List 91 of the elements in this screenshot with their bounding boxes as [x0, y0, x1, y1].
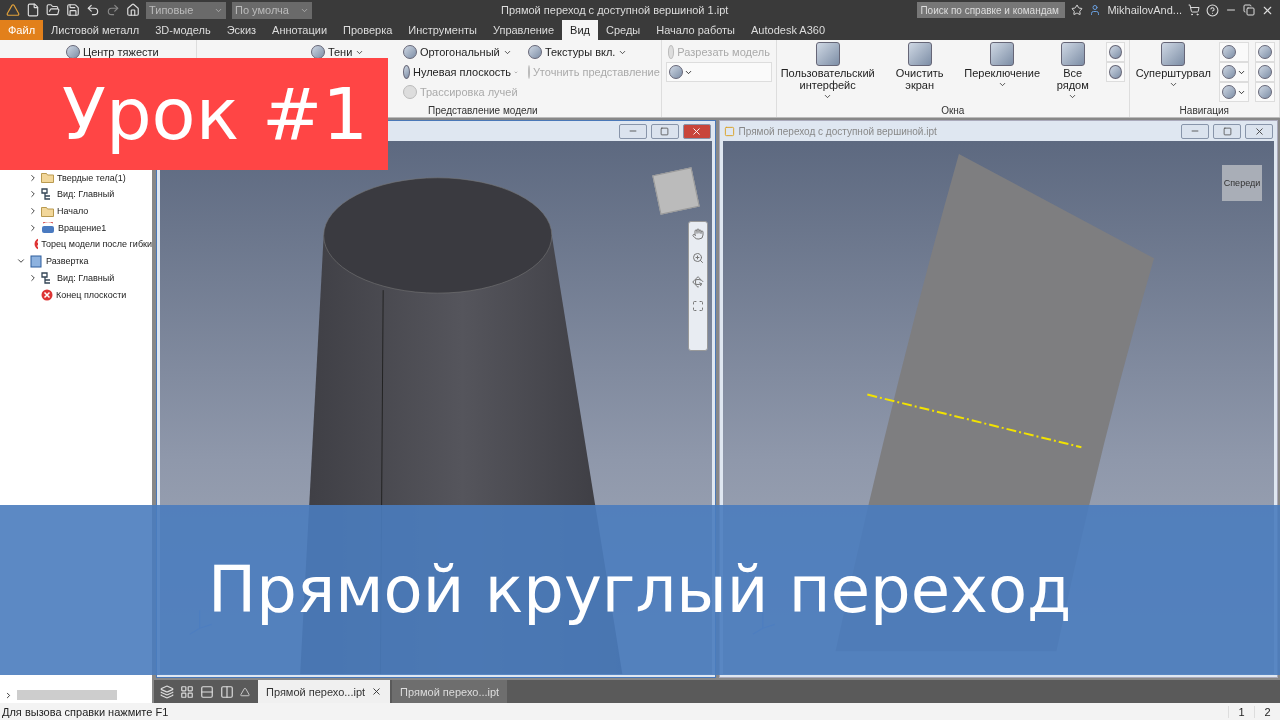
panel-label: Представление модели: [428, 104, 538, 116]
new-file-icon: [26, 3, 40, 17]
collapse-chevron-icon[interactable]: [28, 189, 38, 200]
home-icon: [126, 3, 140, 17]
sheet-metal-icon: [29, 254, 43, 268]
scrollbar-thumb[interactable]: [17, 690, 117, 700]
collapse-chevron-icon[interactable]: [28, 272, 38, 283]
up-arrow-icon: [240, 686, 250, 697]
tile-icon: [180, 684, 194, 699]
app-logo-icon: [6, 3, 20, 17]
revolve-feature-icon: [41, 221, 55, 234]
menu-tab[interactable]: Аннотации: [264, 20, 336, 40]
vertical-split-icon: [220, 684, 234, 699]
document-count: 1: [1228, 705, 1254, 718]
icon-button[interactable]: [665, 62, 772, 82]
menu-tab[interactable]: Проверка: [335, 20, 401, 40]
tree-item[interactable]: Развертка: [46, 256, 89, 267]
save-icon: [66, 3, 80, 17]
menu-tab[interactable]: Вид: [562, 20, 598, 40]
menu-tab[interactable]: Эскиз: [218, 20, 265, 40]
star-icon: [1071, 4, 1084, 16]
tree-item[interactable]: Конец плоскости: [56, 289, 127, 300]
document-count: 2: [1254, 705, 1280, 718]
icon-button[interactable]: [1105, 62, 1125, 82]
redo-icon: [106, 3, 120, 17]
search-field[interactable]: Поиск по справке и командам: [917, 2, 1066, 18]
close-button[interactable]: [682, 123, 711, 139]
icon-button[interactable]: [1219, 42, 1249, 62]
menu-tab[interactable]: Autodesk A360: [743, 20, 834, 40]
maximize-button[interactable]: [650, 123, 679, 139]
cascade-icon: [160, 684, 174, 699]
panel-label: Окна: [941, 104, 965, 116]
collapse-chevron-icon[interactable]: [28, 222, 38, 233]
icon-button[interactable]: [1255, 42, 1275, 62]
open-folder-icon: [46, 3, 60, 17]
restore-icon: [1243, 4, 1255, 16]
icon-button[interactable]: [1255, 82, 1275, 102]
maximize-icon: [660, 126, 669, 136]
icon-button[interactable]: [1219, 82, 1249, 102]
minimize-button[interactable]: [1181, 123, 1209, 139]
folder-icon: [41, 205, 54, 217]
ribbon-button[interactable]: Текстуры вкл.: [525, 42, 657, 62]
ribbon-button[interactable]: Переключение: [964, 42, 1040, 90]
undo-icon: [86, 3, 100, 17]
icon-button[interactable]: [1219, 62, 1249, 82]
collapse-chevron-icon[interactable]: [28, 172, 38, 183]
status-text: Для вызова справки нажмите F1: [1, 705, 170, 718]
document-tab[interactable]: Прямой перехо...ipt: [258, 680, 391, 703]
close-icon[interactable]: [371, 686, 383, 697]
minimize-button[interactable]: [618, 123, 647, 139]
ribbon-button[interactable]: Суперштурвал: [1133, 42, 1213, 90]
menu-tab[interactable]: Среды: [598, 20, 649, 40]
horizontal-split-icon: [200, 684, 214, 699]
maximize-button[interactable]: [1213, 123, 1241, 139]
panel-label: Навигация: [1179, 104, 1229, 116]
icon-button[interactable]: [1255, 62, 1275, 82]
folder-icon: [41, 172, 54, 184]
cart-icon: [1188, 4, 1200, 16]
close-icon: [1253, 125, 1265, 137]
menu-tab[interactable]: Инструменты: [400, 20, 485, 40]
menu-tab[interactable]: Листовой металл: [43, 20, 148, 40]
tree-item[interactable]: Вид: Главный: [57, 189, 115, 200]
viewport-title: Прямой переход с доступной вершиной.ipt: [738, 125, 937, 137]
ribbon-button[interactable]: Пользовательский интерфейс: [780, 42, 875, 102]
ribbon-button[interactable]: Нулевая плоскость: [400, 62, 520, 82]
view-cube-label[interactable]: Спереди: [1222, 165, 1262, 201]
document-tab[interactable]: Прямой перехо...ipt: [392, 680, 508, 703]
lesson-title-banner: Прямой круглый переход: [0, 505, 1280, 675]
tree-item[interactable]: Торец модели после гибки: [41, 239, 152, 250]
menu-tab[interactable]: 3D-модель: [147, 20, 219, 40]
user-icon: [1089, 4, 1102, 16]
ribbon-button[interactable]: Ортогональный: [400, 42, 520, 62]
tree-item[interactable]: Твердые тела(1): [57, 172, 126, 183]
window-title: Прямой переход с доступной вершиной 1.ipt: [500, 4, 730, 16]
navigation-bar[interactable]: [687, 221, 708, 351]
close-icon: [691, 125, 702, 137]
menu-tab[interactable]: Начало работы: [648, 20, 743, 40]
icon-button[interactable]: [1105, 42, 1125, 62]
lesson-badge: Урок #1: [0, 58, 388, 170]
user-name[interactable]: MikhailovAnd...: [1107, 4, 1182, 16]
close-button[interactable]: [1245, 123, 1273, 139]
maximize-icon: [1222, 126, 1232, 136]
tree-item[interactable]: Вид: Главный: [57, 272, 115, 283]
part-icon: [723, 125, 735, 137]
ribbon-button[interactable]: Очистить экран: [880, 42, 959, 92]
tree-item[interactable]: Начало: [57, 206, 89, 217]
menu-tab[interactable]: Управление: [484, 20, 563, 40]
collapse-chevron-icon[interactable]: [28, 206, 38, 217]
ribbon-button[interactable]: Все рядом: [1045, 42, 1100, 102]
tree-item[interactable]: Вращение1: [58, 222, 107, 233]
help-icon: [1206, 3, 1219, 17]
